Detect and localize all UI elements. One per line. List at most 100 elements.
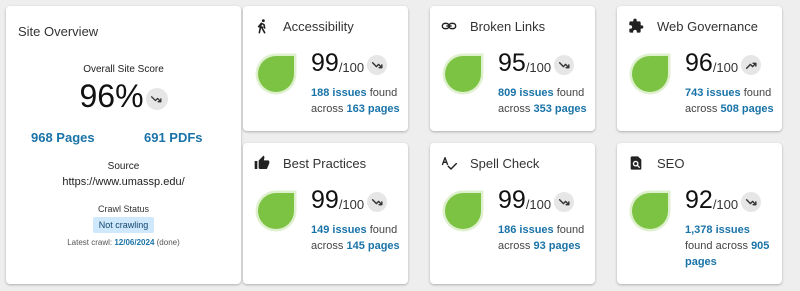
issues-link[interactable]: 1,378 issues xyxy=(685,224,750,236)
score-value: 99 xyxy=(311,49,339,77)
thumbs-up-icon xyxy=(254,155,270,171)
score-blob xyxy=(442,190,484,232)
pages-link[interactable]: 163 pages xyxy=(346,103,399,115)
card-header: SEO xyxy=(628,155,684,171)
card-header: Broken Links xyxy=(441,18,545,34)
card-score: 92 /100 xyxy=(685,186,762,214)
issues-link[interactable]: 186 issues xyxy=(498,224,554,236)
trend-down-icon xyxy=(741,192,762,212)
crawl-status-badge: Not crawling xyxy=(92,217,155,233)
issues-summary: 1,378 issues found across 905 pages xyxy=(685,222,780,270)
link-icon xyxy=(441,18,457,34)
overall-score: 96% xyxy=(6,78,241,114)
accessibility-icon xyxy=(254,18,270,34)
card-score: 95 /100 xyxy=(498,49,575,77)
site-overview-card: Site Overview Overall Site Score 96% 968… xyxy=(6,6,241,284)
across-text: across xyxy=(498,240,531,252)
site-overview-title: Site Overview xyxy=(18,24,99,39)
score-blob xyxy=(255,190,297,232)
crawl-status-label: Crawl Status xyxy=(97,204,150,214)
spellcheck-icon xyxy=(441,155,457,171)
card-header: Web Governance xyxy=(628,18,758,34)
issues-link[interactable]: 149 issues xyxy=(311,224,367,236)
found-text: found xyxy=(556,87,585,99)
score-max: /100 xyxy=(712,196,739,212)
best-practices-card[interactable]: Best Practices 99 /100 149 issues found … xyxy=(243,143,408,284)
card-title: Web Governance xyxy=(657,18,758,34)
score-value: 99 xyxy=(311,186,339,214)
issues-summary: 149 issues found across 145 pages xyxy=(311,222,406,254)
pdfs-count-link[interactable]: 691 PDFs xyxy=(144,130,203,145)
trend-down-icon xyxy=(145,88,168,110)
pages-link[interactable]: 93 pages xyxy=(533,240,580,252)
pages-link[interactable]: 508 pages xyxy=(720,103,773,115)
source-label: Source xyxy=(107,161,140,172)
found-text: found xyxy=(685,240,713,252)
score-blob xyxy=(629,53,671,95)
found-text: found xyxy=(369,87,398,99)
pages-link[interactable]: 145 pages xyxy=(346,240,399,252)
card-score: 99 /100 xyxy=(311,49,388,77)
trend-up-icon xyxy=(741,55,762,75)
issues-summary: 809 issues found across 353 pages xyxy=(498,85,593,117)
across-text: across xyxy=(685,103,718,115)
source-url: https://www.umassp.edu/ xyxy=(62,176,185,188)
across-text: across xyxy=(498,103,531,115)
trend-down-icon xyxy=(554,192,575,212)
trend-down-icon xyxy=(367,192,388,212)
card-score: 96 /100 xyxy=(685,49,762,77)
trend-down-icon xyxy=(554,55,575,75)
card-score: 99 /100 xyxy=(311,186,388,214)
score-max: /100 xyxy=(525,196,552,212)
issues-link[interactable]: 743 issues xyxy=(685,87,741,99)
card-header: Spell Check xyxy=(441,155,539,171)
score-value: 92 xyxy=(685,186,713,214)
overall-score-value: 96% xyxy=(79,78,144,114)
card-title: Best Practices xyxy=(283,155,367,171)
card-title: Accessibility xyxy=(283,18,354,34)
found-text: found xyxy=(556,224,585,236)
card-title: Spell Check xyxy=(470,155,540,171)
found-text: found xyxy=(369,224,398,236)
spell-check-card[interactable]: Spell Check 99 /100 186 issues found acr… xyxy=(430,143,595,284)
card-score: 99 /100 xyxy=(498,186,575,214)
latest-crawl-date: 12/06/2024 xyxy=(114,238,155,247)
issues-link[interactable]: 809 issues xyxy=(498,87,554,99)
score-max: /100 xyxy=(525,59,552,75)
across-text: across xyxy=(311,240,344,252)
web-governance-card[interactable]: Web Governance 96 /100 743 issues found … xyxy=(617,6,782,131)
trend-down-icon xyxy=(367,55,388,75)
found-text: found xyxy=(743,87,772,99)
card-title: SEO xyxy=(657,155,685,171)
latest-crawl: Latest crawl: 12/06/2024 (done) xyxy=(6,238,241,247)
latest-crawl-suffix: (done) xyxy=(156,238,180,247)
score-blob xyxy=(629,190,671,232)
crawl-status: Not crawling xyxy=(6,215,241,233)
pages-link[interactable]: 353 pages xyxy=(533,103,586,115)
score-blob xyxy=(442,53,484,95)
puzzle-icon xyxy=(628,18,644,34)
accessibility-card[interactable]: Accessibility 99 /100 188 issues found a… xyxy=(243,6,408,131)
overall-score-label: Overall Site Score xyxy=(83,64,164,75)
score-value: 99 xyxy=(498,186,526,214)
score-value: 96 xyxy=(685,49,713,77)
latest-crawl-prefix: Latest crawl: xyxy=(67,238,113,247)
issues-summary: 186 issues found across 93 pages xyxy=(498,222,593,254)
card-header: Accessibility xyxy=(254,18,354,34)
pages-count-link[interactable]: 968 Pages xyxy=(31,130,95,145)
card-title: Broken Links xyxy=(470,18,546,34)
seo-icon xyxy=(628,155,644,171)
seo-card[interactable]: SEO 92 /100 1,378 issues found across 90… xyxy=(617,143,782,284)
issues-summary: 743 issues found across 508 pages xyxy=(685,85,780,117)
across-text: across xyxy=(715,240,748,252)
score-blob xyxy=(255,53,297,95)
score-value: 95 xyxy=(498,49,526,77)
across-text: across xyxy=(311,103,344,115)
score-max: /100 xyxy=(338,196,365,212)
broken-links-card[interactable]: Broken Links 95 /100 809 issues found ac… xyxy=(430,6,595,131)
issues-summary: 188 issues found across 163 pages xyxy=(311,85,406,117)
score-max: /100 xyxy=(338,59,365,75)
card-header: Best Practices xyxy=(254,155,366,171)
issues-link[interactable]: 188 issues xyxy=(311,87,367,99)
score-max: /100 xyxy=(712,59,739,75)
